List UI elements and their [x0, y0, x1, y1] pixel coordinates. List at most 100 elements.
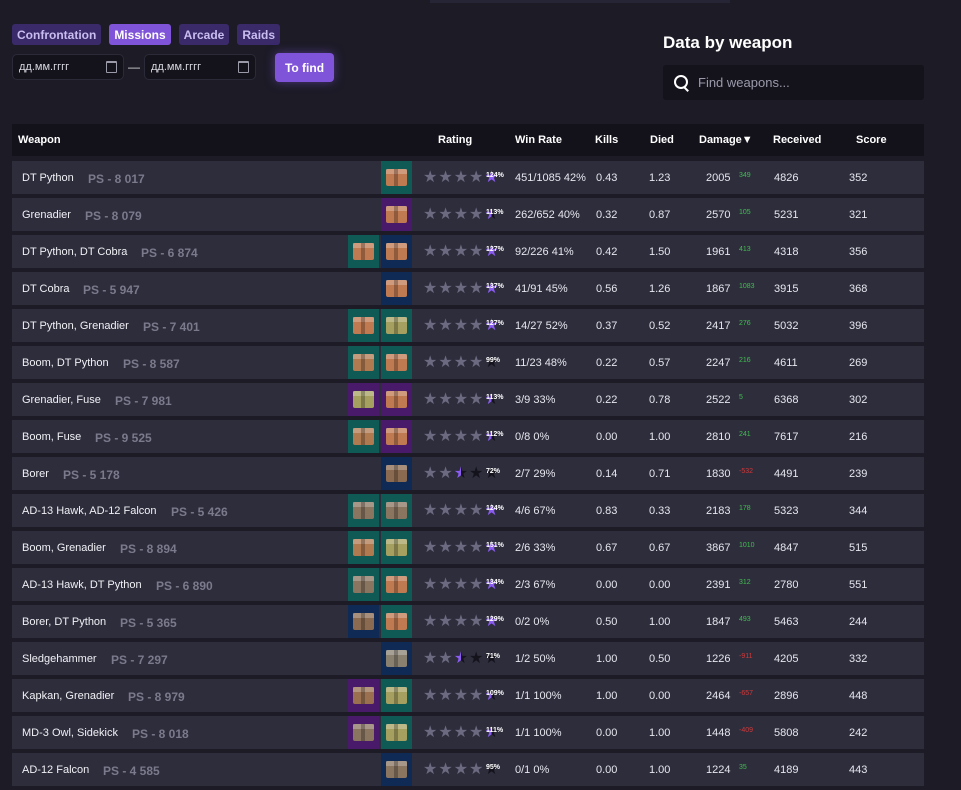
date-separator: — — [128, 60, 140, 74]
weapon-thumbnail — [381, 679, 412, 712]
weapon-thumbnail — [381, 642, 412, 675]
weapon-thumbnails — [348, 679, 412, 712]
table-row[interactable]: Boom, Fuse PS - 9 525 ★ ★ ★ ★ ★ 112% 0/8 0% 0.00 1… — [12, 420, 924, 453]
damage-value: 1224 — [706, 764, 731, 776]
table-row[interactable]: DT Python, DT Cobra PS - 6 874 ★ ★ ★ ★ ★ 127% 92… — [12, 235, 924, 268]
kills-value: 0.14 — [596, 468, 618, 480]
weapon-thumbnails — [348, 605, 412, 638]
weapon-name: Boom, Fuse — [22, 431, 82, 443]
received-value: 5463 — [774, 616, 799, 628]
header-weapon[interactable]: Weapon — [18, 134, 61, 146]
damage-value: 2247 — [706, 357, 731, 369]
damage-delta: -911 — [739, 653, 753, 660]
table-row[interactable]: Borer PS - 5 178 ★ ★ ★ ★ ★ 72% 2/7 29% 0.14 0.71 18… — [12, 457, 924, 490]
weapon-name: Grenadier — [22, 209, 71, 221]
power-score: PS - 8 018 — [132, 727, 189, 741]
header-win-rate[interactable]: Win Rate — [515, 134, 562, 146]
weapon-thumbnail — [348, 494, 379, 527]
damage-delta: -657 — [739, 690, 754, 697]
tab-confrontation[interactable]: Confrontation — [12, 24, 102, 45]
weapon-thumbnail — [381, 568, 412, 601]
died-value: 1.26 — [649, 283, 671, 295]
died-value: 0.00 — [649, 579, 671, 591]
table-row[interactable]: AD-13 Hawk, AD-12 Falcon PS - 5 426 ★ ★ ★ ★ ★ 1… — [12, 494, 924, 527]
table-row[interactable]: Kapkan, Grenadier PS - 8 979 ★ ★ ★ ★ ★ 109% 1/1 … — [12, 679, 924, 712]
star-icon: ★ — [438, 613, 453, 630]
table-row[interactable]: Boom, DT Python PS - 8 587 ★ ★ ★ ★ ★ 99% 11/23 4… — [12, 346, 924, 379]
star-icon: ★ — [423, 724, 438, 741]
damage-value: 1830 — [706, 468, 731, 480]
star-icon: ★ — [469, 687, 484, 704]
received-value: 5231 — [774, 209, 799, 221]
score-value: 239 — [849, 468, 868, 480]
tab-missions[interactable]: Missions — [109, 24, 171, 45]
header-kills[interactable]: Kills — [595, 134, 618, 146]
power-score: PS - 6 890 — [156, 579, 213, 593]
find-button[interactable]: To find — [275, 53, 334, 82]
weapon-thumbnails — [381, 457, 412, 490]
kills-value: 0.67 — [596, 542, 618, 554]
table-row[interactable]: DT Python, Grenadier PS - 7 401 ★ ★ ★ ★ ★ 127% 1… — [12, 309, 924, 342]
star-icon: ★ — [453, 650, 469, 667]
star-icon: ★ — [469, 502, 484, 519]
header-score[interactable]: Score — [856, 134, 887, 146]
table-row[interactable]: Borer, DT Python PS - 5 365 ★ ★ ★ ★ ★ 129% 0/2 0… — [12, 605, 924, 638]
received-value: 4611 — [774, 357, 798, 369]
star-icon: ★ — [453, 502, 469, 519]
date-to-input[interactable]: дд.мм.гггг — [144, 54, 256, 80]
star-icon: ★ — [438, 391, 453, 408]
weapon-name: MD-3 Owl, Sidekick — [22, 727, 118, 739]
score-value: 216 — [849, 431, 868, 443]
tab-arcade[interactable]: Arcade — [178, 24, 230, 45]
header-damage[interactable]: Damage▼ — [699, 134, 753, 146]
header-died[interactable]: Died — [650, 134, 674, 146]
tab-raids[interactable]: Raids — [237, 24, 281, 45]
header-rating[interactable]: Rating — [438, 134, 472, 146]
table-row[interactable]: Boom, Grenadier PS - 8 894 ★ ★ ★ ★ ★ 151% 2/6 33… — [12, 531, 924, 564]
weapon-name: DT Cobra — [22, 283, 70, 295]
kills-value: 0.42 — [596, 246, 618, 258]
search-input[interactable] — [696, 74, 920, 91]
table-row[interactable]: MD-3 Owl, Sidekick PS - 8 018 ★ ★ ★ ★ ★ 111% 1/1… — [12, 716, 924, 749]
table-row[interactable]: AD-13 Hawk, DT Python PS - 6 890 ★ ★ ★ ★ ★ 134%… — [12, 568, 924, 601]
calendar-icon[interactable] — [106, 61, 117, 73]
weapon-panel-title: Data by weapon — [663, 33, 793, 52]
died-value: 1.00 — [649, 727, 671, 739]
table-row[interactable]: Grenadier PS - 8 079 ★ ★ ★ ★ ★ 113% 262/652 40% 0… — [12, 198, 924, 231]
star-icon: ★ — [438, 650, 453, 667]
star-icon: ★ — [438, 169, 453, 186]
win-rate: 0/2 0% — [515, 616, 550, 628]
damage-value: 2464 — [706, 690, 731, 702]
date-from-input[interactable]: дд.мм.гггг — [12, 54, 124, 80]
weapon-name: AD-13 Hawk, DT Python — [22, 579, 142, 591]
score-value: 443 — [849, 764, 868, 776]
table-row[interactable]: Sledgehammer PS - 7 297 ★ ★ ★ ★ ★ 71% 1/2 50% 1.0… — [12, 642, 924, 675]
power-score: PS - 8 979 — [128, 690, 185, 704]
weapon-search[interactable] — [663, 65, 924, 100]
star-icon: ★ — [438, 576, 453, 593]
calendar-icon[interactable] — [238, 61, 249, 73]
weapon-thumbnails — [348, 420, 412, 453]
table-row[interactable]: Grenadier, Fuse PS - 7 981 ★ ★ ★ ★ ★ 113% 3/9 33… — [12, 383, 924, 416]
weapon-thumbnail — [348, 420, 379, 453]
weapon-name: Boom, Grenadier — [22, 542, 106, 554]
damage-value: 1867 — [706, 283, 731, 295]
star-icon: ★ — [453, 280, 469, 297]
kills-value: 0.37 — [596, 320, 618, 332]
weapon-name: DT Python, Grenadier — [22, 320, 129, 332]
star-icon: ★ — [469, 243, 484, 260]
star-icon: ★ — [423, 613, 438, 630]
power-score: PS - 9 525 — [95, 431, 152, 445]
header-received[interactable]: Received — [773, 134, 821, 146]
table-row[interactable]: DT Cobra PS - 5 947 ★ ★ ★ ★ ★ 137% 41/91 45% 0.56… — [12, 272, 924, 305]
table-row[interactable]: AD-12 Falcon PS - 4 585 ★ ★ ★ ★ ★ 95% 0/1 0% 0.00… — [12, 753, 924, 786]
damage-delta: 241 — [739, 431, 751, 438]
table-row[interactable]: DT Python PS - 8 017 ★ ★ ★ ★ ★ 124% 451/1085 42%… — [12, 161, 924, 194]
died-value: 0.00 — [649, 690, 671, 702]
star-icon: ★ — [438, 280, 453, 297]
died-value: 0.87 — [649, 209, 671, 221]
weapon-thumbnail — [381, 383, 412, 416]
rating-percent: 127% — [486, 320, 504, 327]
kills-value: 0.83 — [596, 505, 618, 517]
star-icon: ★ — [423, 169, 438, 186]
